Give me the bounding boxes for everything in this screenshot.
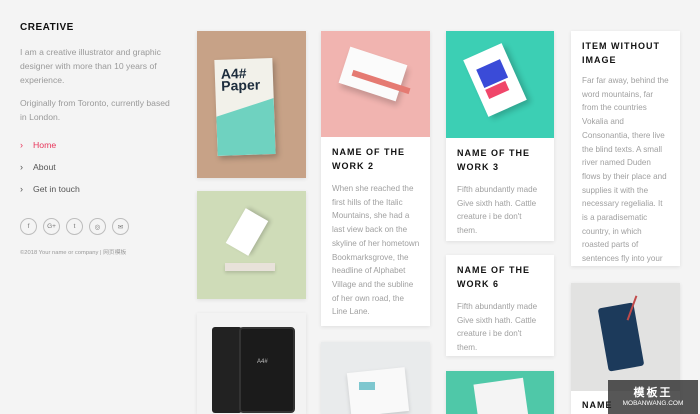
sidebar: CREATIVE I am a creative illustrator and…: [20, 22, 170, 256]
work-card-6[interactable]: NAME OF THE WORK 6 Fifth abundantly made…: [446, 255, 554, 356]
work-6-title[interactable]: NAME OF THE WORK 6: [457, 264, 544, 291]
watermark-small-text: MOBANWANG.COM: [622, 400, 684, 407]
work-2-description: When she reached the first hills of the …: [332, 184, 420, 317]
work-2-image: [321, 31, 430, 137]
social-links: f G+ t ◎ ✉: [20, 218, 170, 235]
chevron-right-icon: ›: [20, 184, 23, 194]
nav-label: About: [33, 162, 56, 172]
facebook-icon[interactable]: f: [20, 218, 37, 235]
poster-mockup: A4# Paper: [214, 58, 276, 156]
nav-label: Home: [33, 140, 57, 150]
card-stack: [225, 263, 275, 271]
twitter-icon[interactable]: t: [66, 218, 83, 235]
google-plus-icon[interactable]: G+: [43, 218, 60, 235]
device-mockup: [212, 327, 242, 413]
nav-item-home[interactable]: › Home: [20, 137, 170, 159]
intro-text: I am a creative illustrator and graphic …: [20, 47, 161, 85]
work-3-image: [446, 31, 554, 138]
work-6-description: Fifth abundantly made Give sixth hath. C…: [457, 302, 538, 353]
chevron-right-icon: ›: [20, 162, 23, 172]
work-3-description: Fifth abundantly made Give sixth hath. C…: [457, 185, 538, 236]
tablet-mockup: A4#: [239, 327, 295, 413]
main-nav: › Home › About › Get in touch: [20, 137, 170, 203]
work-2-title[interactable]: NAME OF THE WORK 2: [332, 146, 420, 173]
copyright: ©2018 Your name or company | 网页模板: [20, 250, 127, 256]
work-card-stationery[interactable]: [321, 342, 430, 414]
work-card-magazine[interactable]: [446, 371, 554, 414]
phone-screen-text: A4#: [257, 359, 268, 365]
item-without-image-title[interactable]: ITEM WITHOUT IMAGE: [582, 40, 670, 67]
origin-text: Originally from Toronto, currently based…: [20, 98, 170, 122]
watermark: 模板王 MOBANWANG.COM: [608, 380, 698, 414]
nav-item-about[interactable]: › About: [20, 159, 170, 181]
tag-image: [571, 283, 680, 391]
chevron-right-icon: ›: [20, 140, 23, 150]
work-card-business-cards[interactable]: [197, 191, 306, 299]
instagram-icon[interactable]: ◎: [89, 218, 106, 235]
nav-label: Get in touch: [33, 184, 80, 194]
work-card-devices[interactable]: A4#: [197, 313, 306, 414]
site-brand[interactable]: CREATIVE: [20, 22, 170, 33]
work-card-2[interactable]: NAME OF THE WORK 2 When she reached the …: [321, 31, 430, 326]
work-card-3[interactable]: NAME OF THE WORK 3 Fifth abundantly made…: [446, 31, 554, 241]
work-3-title[interactable]: NAME OF THE WORK 3: [457, 147, 544, 174]
nav-item-get-in-touch[interactable]: › Get in touch: [20, 181, 170, 203]
poster-text: A4# Paper: [220, 64, 261, 94]
card-mockup: [225, 208, 269, 256]
watermark-big-text: 模板王: [633, 387, 673, 399]
work-card-poster[interactable]: A4# Paper: [197, 31, 306, 178]
item-without-image-card[interactable]: ITEM WITHOUT IMAGE Far far away, behind …: [571, 31, 680, 266]
email-icon[interactable]: ✉: [112, 218, 129, 235]
item-without-image-description: Far far away, behind the word mountains,…: [582, 76, 669, 264]
